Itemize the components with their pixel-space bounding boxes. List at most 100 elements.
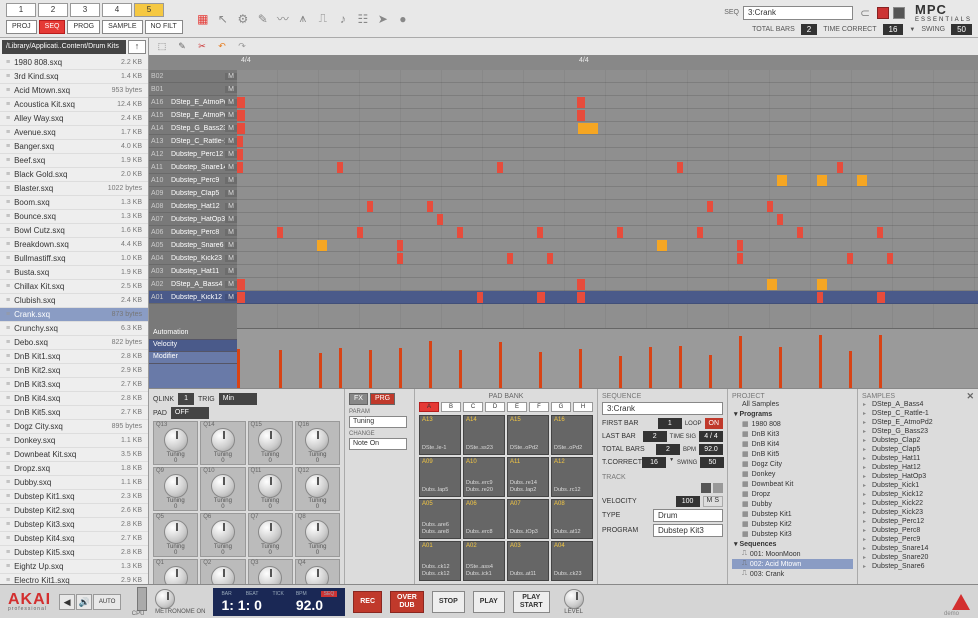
sample-item[interactable]: Dubstep_Kick12: [862, 490, 974, 499]
velocity-bar[interactable]: [399, 348, 402, 388]
velocity-bar[interactable]: [339, 348, 342, 388]
sample-item[interactable]: Dubstep_Hat12: [862, 463, 974, 472]
qlink-knob-Q1[interactable]: Q1Tuning0: [153, 559, 198, 584]
file-row[interactable]: Dubstep Kit5.sxq2.8 KB: [0, 546, 148, 560]
program-item[interactable]: ▦Dogz City: [732, 459, 853, 469]
track-header[interactable]: A12Dubstep_Perc12M: [149, 148, 237, 161]
qlink-pad-dropdown[interactable]: OFF: [171, 407, 209, 419]
track-header[interactable]: A11Dubstep_Snare14M: [149, 161, 237, 174]
pad-A08[interactable]: A08Dubs..at12: [551, 499, 593, 539]
sequence-item[interactable]: ⎍003: Crank: [732, 569, 853, 579]
metronome-knob[interactable]: [155, 589, 175, 609]
grid-row[interactable]: [237, 239, 978, 252]
note[interactable]: [477, 292, 483, 303]
padbank-tab-E[interactable]: E: [507, 402, 527, 412]
file-row[interactable]: DnB Kit2.sxq2.9 KB: [0, 364, 148, 378]
qlink-knob-Q16[interactable]: Q16Tuning0: [295, 421, 340, 465]
grid-icon[interactable]: ▦: [195, 11, 211, 27]
param-dropdown[interactable]: Tuning: [349, 416, 407, 428]
sliders-icon[interactable]: ⚙: [235, 11, 251, 27]
pencil-icon[interactable]: ✎: [175, 40, 189, 54]
note[interactable]: [677, 162, 683, 173]
file-row[interactable]: Dubby.sxq1.1 KB: [0, 476, 148, 490]
sequence-item[interactable]: ⎍002: Acid Mtown: [732, 559, 853, 569]
track-header[interactable]: B01M: [149, 83, 237, 96]
note[interactable]: [357, 227, 363, 238]
loop-toggle[interactable]: ON: [705, 418, 724, 429]
pad-A01[interactable]: A01Dubs..ck12Dubs..ck12: [419, 541, 461, 581]
file-row[interactable]: Avenue.sxq1.7 KB: [0, 126, 148, 140]
note[interactable]: [737, 240, 743, 251]
note[interactable]: [877, 227, 883, 238]
padbank-tab-G[interactable]: G: [551, 402, 571, 412]
qlink-knob-Q14[interactable]: Q14Tuning0: [200, 421, 245, 465]
note[interactable]: [817, 292, 823, 303]
fx-button[interactable]: FX: [349, 393, 368, 405]
file-row[interactable]: Chillax Kit.sxq2.5 KB: [0, 280, 148, 294]
program-item[interactable]: ▦Dubstep Kit3: [732, 529, 853, 539]
mode-button-prog[interactable]: PROG: [67, 20, 100, 34]
note[interactable]: [817, 175, 827, 186]
pad-A02[interactable]: A02DSte..ass4Dubs..ick1: [463, 541, 505, 581]
program-item[interactable]: ▦Dubby: [732, 499, 853, 509]
note[interactable]: [317, 240, 327, 251]
file-row[interactable]: Black Gold.sxq2.0 KB: [0, 168, 148, 182]
program-item[interactable]: ▦1980 808: [732, 419, 853, 429]
note[interactable]: [767, 201, 773, 212]
note[interactable]: [237, 136, 243, 147]
undo-icon[interactable]: ↶: [215, 40, 229, 54]
tcorrect-value[interactable]: 16: [642, 457, 666, 468]
grid-row[interactable]: [237, 135, 978, 148]
rec-indicator[interactable]: [877, 7, 889, 19]
file-row[interactable]: Beef.sxq1.9 KB: [0, 154, 148, 168]
bpm-display[interactable]: 92.0: [296, 597, 337, 613]
arrow-icon[interactable]: ➤: [375, 11, 391, 27]
qlink-num[interactable]: 1: [178, 393, 194, 405]
magnet-icon[interactable]: ⊂: [857, 5, 873, 21]
program-item[interactable]: ▦Dubstep Kit1: [732, 509, 853, 519]
note[interactable]: [337, 162, 343, 173]
peaks-icon[interactable]: ⩚: [295, 11, 311, 27]
qlink-knob-Q8[interactable]: Q8Tuning0: [295, 513, 340, 557]
velocity-bar[interactable]: [539, 352, 542, 388]
pad-A10[interactable]: A10Dubs..erc9Dubs..re20: [463, 457, 505, 497]
file-row[interactable]: Dubstep Kit2.sxq2.6 KB: [0, 504, 148, 518]
velocity-bar[interactable]: [429, 341, 432, 388]
grid-row[interactable]: [237, 291, 978, 304]
pad-A07[interactable]: A07Dubs..tOp3: [507, 499, 549, 539]
file-row[interactable]: DnB Kit1.sxq2.8 KB: [0, 350, 148, 364]
velocity-bar[interactable]: [619, 356, 622, 388]
grid-row[interactable]: [237, 213, 978, 226]
note[interactable]: [837, 162, 843, 173]
automation-label[interactable]: Automation: [149, 328, 237, 340]
time-correct-value[interactable]: 16: [883, 24, 904, 35]
track-header[interactable]: A03Dubstep_Hat11M: [149, 265, 237, 278]
file-row[interactable]: Acid Mtown.sxq953 bytes: [0, 84, 148, 98]
change-dropdown[interactable]: Note On: [349, 438, 407, 450]
track-header[interactable]: A02DStep_A_Bass4M: [149, 278, 237, 291]
sample-item[interactable]: Dubstep_Kick22: [862, 499, 974, 508]
program-item[interactable]: ▦Dropz: [732, 489, 853, 499]
pad-A03[interactable]: A03Dubs..at11: [507, 541, 549, 581]
sample-item[interactable]: Dubstep_Snare20: [862, 553, 974, 562]
modifier-label[interactable]: Modifier: [149, 352, 237, 364]
qlink-knob-Q7[interactable]: Q7Tuning0: [248, 513, 293, 557]
bank-button-4[interactable]: 4: [102, 3, 132, 17]
swing-value[interactable]: 50: [951, 24, 972, 35]
bank-button-1[interactable]: 1: [6, 3, 36, 17]
note[interactable]: [767, 279, 777, 290]
sample-item[interactable]: Dubstep_Perc9: [862, 535, 974, 544]
note[interactable]: [237, 110, 245, 121]
sample-item[interactable]: DStep_E_AtmoPd2: [862, 418, 974, 427]
bank-button-2[interactable]: 2: [38, 3, 68, 17]
note[interactable]: [577, 279, 585, 290]
path-dropdown[interactable]: /Library/Applicati..Content/Drum Kits ▾: [2, 40, 126, 54]
sample-item[interactable]: Dubstep_Kick23: [862, 508, 974, 517]
qlink-knob-Q4[interactable]: Q4Tuning0: [295, 559, 340, 584]
note[interactable]: [577, 292, 585, 303]
sample-item[interactable]: DStep_G_Bass23: [862, 427, 974, 436]
velocity-bar[interactable]: [499, 342, 502, 388]
track-header[interactable]: A01Dubstep_Kick12M: [149, 291, 237, 304]
pad-A16[interactable]: A16DSte..oPd2: [551, 415, 593, 455]
file-row[interactable]: 1980 808.sxq2.2 KB: [0, 56, 148, 70]
